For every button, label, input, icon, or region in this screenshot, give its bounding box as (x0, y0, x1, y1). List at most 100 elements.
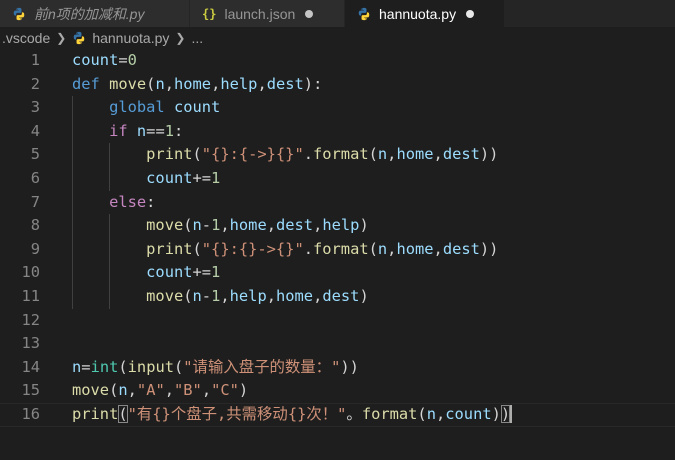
indent-guide (72, 96, 73, 120)
code-line[interactable]: 3 global count (0, 96, 675, 120)
code-token: home (396, 239, 434, 258)
line-number: 3 (30, 98, 40, 117)
code-token: , (313, 286, 323, 305)
json-icon: {} (202, 6, 217, 21)
code-line[interactable]: 2 def move(n,home,help,dest): (0, 73, 675, 97)
code-token: help (322, 216, 360, 235)
python-icon (72, 31, 86, 45)
code-token: , (433, 145, 443, 164)
code-token: def (72, 74, 110, 93)
tab-2[interactable]: hannuota.py (345, 0, 505, 27)
code-token: ( (192, 239, 202, 258)
line-number: 14 (21, 357, 40, 376)
line-number: 9 (30, 239, 40, 258)
code-line[interactable]: 5 print("{}:{->}{}".format(n,home,dest)) (0, 143, 675, 167)
code-token: , (435, 404, 446, 423)
code-line[interactable]: 4 if n==1: (0, 119, 675, 144)
breadcrumb-symbols[interactable]: ... (191, 30, 203, 46)
code-token: ( (183, 286, 193, 305)
code-text: count=0 (72, 49, 137, 73)
breadcrumb-file[interactable]: hannuota.py (92, 30, 169, 46)
code-token: count (445, 404, 492, 423)
unsaved-dot-icon[interactable] (466, 9, 475, 18)
code-token: n (192, 286, 202, 305)
tab-bar: 前n项的加减和.py {} launch.json hannuota.py (0, 0, 675, 27)
code-line[interactable]: 12 (0, 309, 675, 333)
code-line[interactable]: 11 move(n-1,help,home,dest) (0, 284, 675, 309)
code-token: , (220, 216, 230, 235)
code-line[interactable]: 14 n=int(input("请输入盘子的数量：")) (0, 356, 675, 380)
code-token: , (257, 74, 267, 93)
code-line[interactable]: 15 move(n,"A","B","C") (0, 379, 675, 403)
code-token: : (174, 121, 184, 140)
code-token: 1 (211, 216, 221, 235)
code-token: 1 (164, 121, 174, 140)
code-line[interactable]: 10 count+=1 (0, 261, 675, 285)
code-line[interactable]: 1 count=0 (0, 49, 675, 73)
chevron-right-icon: ❯ (175, 31, 186, 45)
code-token: ( (118, 357, 128, 376)
code-token: n (192, 216, 202, 235)
code-token: "B" (174, 381, 202, 400)
code-token: n (377, 239, 388, 258)
code-token: count (146, 263, 193, 282)
code-token: n (118, 381, 128, 400)
code-token: ) (359, 286, 369, 305)
code-token: ( (109, 381, 119, 400)
code-token: help (229, 286, 267, 305)
line-number: 5 (30, 145, 40, 164)
code-text: global count (109, 96, 220, 120)
line-number: 8 (30, 216, 40, 235)
code-token: ( (183, 216, 193, 235)
code-token: , (313, 216, 323, 235)
indent-guide (72, 214, 73, 238)
code-token: = (81, 357, 91, 376)
code-line[interactable]: 9 print("{}:{}->{}".format(n,home,dest)) (0, 237, 675, 262)
code-token: print (72, 404, 119, 423)
code-token: input (127, 357, 174, 376)
tab-0[interactable]: 前n项的加减和.py (0, 0, 190, 27)
code-text: count+=1 (146, 167, 220, 191)
code-token: global (109, 98, 174, 117)
code-token: format (313, 239, 369, 258)
code-token: int (90, 357, 119, 376)
code-line[interactable]: 13 (0, 332, 675, 356)
code-token: else (109, 192, 147, 211)
unsaved-dot-icon[interactable] (305, 9, 314, 18)
matched-bracket: ) (500, 404, 511, 423)
line-number: 6 (30, 168, 40, 187)
tab-label: hannuota.py (379, 5, 457, 22)
code-token: == (146, 121, 165, 140)
code-token: home (396, 145, 434, 164)
breadcrumb-folder[interactable]: .vscode (2, 30, 50, 46)
python-icon (357, 7, 371, 21)
code-text: print("有{}个盘子,共需移动{}次！"。format(n,count)) (72, 403, 513, 427)
code-line[interactable]: 8 move(n-1,home,dest,help) (0, 214, 675, 238)
code-token: += (192, 263, 212, 282)
code-token: ( (174, 357, 184, 376)
tab-1[interactable]: {} launch.json (190, 0, 345, 27)
code-token: if (109, 121, 137, 140)
code-text: count+=1 (146, 261, 220, 285)
code-line[interactable]: 6 count+=1 (0, 166, 675, 191)
code-token: dest (266, 74, 304, 93)
indent-guide (72, 261, 73, 285)
code-token: , (220, 286, 230, 305)
code-line[interactable]: 16 print("有{}个盘子,共需移动{}次！"。format(n,count… (0, 403, 675, 427)
code-token: , (164, 74, 174, 93)
code-token: n (72, 357, 82, 376)
indent-guide (109, 261, 111, 285)
code-text: else: (109, 191, 155, 215)
code-token: n (377, 145, 388, 164)
line-number: 7 (30, 192, 40, 211)
line-number: 10 (21, 263, 40, 282)
code-token: "有{}个盘子,共需移动{}次！" (127, 404, 347, 423)
code-editor[interactable]: 1 count=0 2 def move(n,home,help,dest): 3 glo… (0, 49, 675, 460)
line-number: 16 (21, 404, 40, 423)
indent-guide (72, 166, 73, 191)
tab-label: launch.json (224, 5, 296, 22)
code-token: count (72, 51, 119, 69)
code-token: , (433, 239, 443, 258)
code-line[interactable]: 7 else: (0, 190, 675, 215)
code-token: 1 (211, 263, 221, 282)
